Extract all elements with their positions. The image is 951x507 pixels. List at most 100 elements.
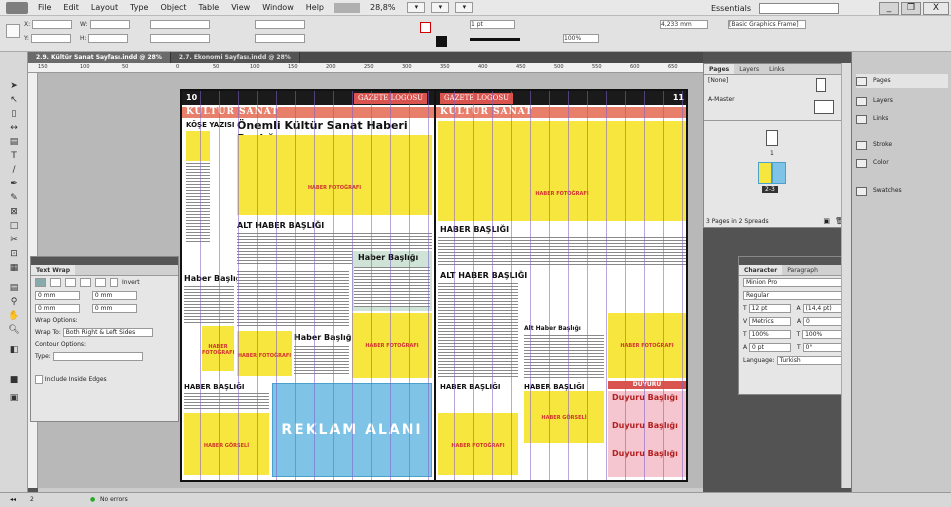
rectangle-frame-tool-icon[interactable]: ⊠: [6, 206, 22, 218]
selection-tool-icon[interactable]: ➤: [6, 80, 22, 92]
invert-checkbox[interactable]: [110, 278, 118, 287]
dock-swatches[interactable]: Swatches: [856, 184, 948, 198]
direct-selection-tool-icon[interactable]: ↖: [6, 94, 22, 106]
dock-links[interactable]: Links: [856, 112, 948, 126]
font-size-field[interactable]: 12 pt: [748, 304, 791, 313]
view-options-button[interactable]: ▾: [407, 2, 426, 13]
menu-edit[interactable]: Edit: [57, 3, 85, 12]
bridge-button[interactable]: [334, 2, 360, 13]
w-field[interactable]: [89, 20, 130, 29]
pencil-tool-icon[interactable]: ✎: [6, 192, 22, 204]
zoom-level[interactable]: 28,8%: [364, 3, 401, 12]
type-tool-icon[interactable]: T: [6, 150, 22, 162]
gap-tool-icon[interactable]: ↔: [6, 122, 22, 134]
menu-window[interactable]: Window: [256, 3, 300, 12]
vertical-scrollbar[interactable]: [841, 63, 851, 488]
horizontal-ruler[interactable]: 150 100 50 0 50 100 150 200 250 300 350 …: [28, 63, 703, 73]
close-button[interactable]: X: [923, 1, 949, 15]
screen-mode-icon[interactable]: ▣: [6, 392, 22, 404]
line-tool-icon[interactable]: /: [6, 164, 22, 176]
page-11[interactable]: 11 GAZETE LOGOSU KÜLTÜR SANAT HABER FOTO…: [436, 91, 686, 480]
opacity-field[interactable]: 100%: [563, 34, 599, 43]
menu-type[interactable]: Type: [124, 3, 154, 12]
scale-x-field[interactable]: [150, 20, 210, 29]
vertical-scale-field[interactable]: 100%: [748, 330, 791, 339]
include-inside-checkbox[interactable]: [35, 375, 43, 384]
page-spread[interactable]: 10 GAZETE LOGOSU KÜLTÜR SANAT KÖŞE YAZIS…: [180, 89, 688, 482]
free-transform-tool-icon[interactable]: ⊡: [6, 248, 22, 260]
pen-tool-icon[interactable]: ✒: [6, 178, 22, 190]
zoom-tool-icon[interactable]: 🔍︎: [6, 324, 22, 336]
object-style-select[interactable]: [Basic Graphics Frame]: [728, 20, 806, 29]
rotate-field[interactable]: [255, 20, 305, 29]
dock-pages[interactable]: Pages: [856, 74, 948, 88]
left-offset-field[interactable]: 0 mm: [91, 291, 137, 300]
doc-tab-kultur[interactable]: 2.9. Kültür Sanat Sayfası.indd @ 28%: [28, 52, 171, 63]
pages-tab[interactable]: Pages: [704, 64, 735, 74]
contour-type-select[interactable]: [52, 352, 143, 361]
no-wrap-icon[interactable]: [35, 278, 46, 287]
menu-layout[interactable]: Layout: [85, 3, 124, 12]
dock-stroke[interactable]: Stroke: [856, 138, 948, 152]
text-wrap-titlebar[interactable]: [31, 257, 178, 265]
gradient-tool-icon[interactable]: ▦: [6, 262, 22, 274]
kerning-field[interactable]: Metrics: [749, 317, 792, 326]
stroke-type-select[interactable]: [470, 38, 520, 41]
scale-y-field[interactable]: [150, 34, 210, 43]
menu-help[interactable]: Help: [300, 3, 330, 12]
none-master-thumb[interactable]: [816, 78, 826, 92]
arrange-docs-button[interactable]: ▾: [455, 2, 474, 13]
preflight-status[interactable]: No errors: [100, 496, 128, 503]
eyedropper-tool-icon[interactable]: ⚲: [6, 296, 22, 308]
page-10[interactable]: 10 GAZETE LOGOSU KÜLTÜR SANAT KÖŞE YAZIS…: [182, 91, 434, 480]
y-field[interactable]: [30, 34, 71, 43]
measure-field[interactable]: 4,233 mm: [660, 20, 708, 29]
baseline-shift-field[interactable]: 0 pt: [749, 343, 792, 352]
menu-table[interactable]: Table: [193, 3, 226, 12]
stroke-weight-field[interactable]: 1 pt: [470, 20, 515, 29]
dock-layers[interactable]: Layers: [856, 94, 948, 108]
right-offset-field[interactable]: 0 mm: [91, 304, 137, 313]
menu-view[interactable]: View: [225, 3, 256, 12]
page-2-thumb[interactable]: [758, 162, 772, 184]
links-tab[interactable]: Links: [764, 64, 789, 74]
page-tool-icon[interactable]: ▯: [6, 108, 22, 120]
shear-field[interactable]: [255, 34, 305, 43]
maximize-button[interactable]: ❐: [901, 1, 921, 15]
jump-column-icon[interactable]: [95, 278, 106, 287]
apply-color-icon[interactable]: ■: [6, 374, 22, 386]
h-field[interactable]: [88, 34, 129, 43]
stroke-swatch[interactable]: [436, 36, 447, 47]
page-3-thumb[interactable]: [772, 162, 786, 184]
a-master-thumb[interactable]: [814, 100, 834, 114]
wrap-bounding-box-icon[interactable]: [50, 278, 61, 287]
bottom-offset-field[interactable]: 0 mm: [35, 304, 80, 313]
fill-stroke-icon[interactable]: ◧: [6, 344, 22, 356]
screen-mode-button[interactable]: ▾: [431, 2, 450, 13]
none-master[interactable]: [None]: [704, 75, 850, 86]
page-nav-prev[interactable]: ◂◂: [10, 496, 16, 503]
wrap-shape-icon[interactable]: [65, 278, 76, 287]
workspace-switcher[interactable]: Essentials: [711, 4, 751, 13]
layers-tab[interactable]: Layers: [734, 64, 764, 74]
paragraph-tab[interactable]: Paragraph: [782, 265, 823, 275]
doc-tab-ekonomi[interactable]: 2.7. Ekonomi Sayfası.indd @ 28%: [170, 52, 300, 63]
note-tool-icon[interactable]: ▤: [6, 282, 22, 294]
top-offset-field[interactable]: 0 mm: [35, 291, 80, 300]
text-wrap-tab[interactable]: Text Wrap: [31, 265, 76, 275]
search-input[interactable]: [759, 2, 839, 14]
wrap-to-select[interactable]: Both Right & Left Sides: [62, 328, 153, 337]
hand-tool-icon[interactable]: ✋: [6, 310, 22, 322]
rectangle-tool-icon[interactable]: □: [6, 220, 22, 232]
page-field[interactable]: 2: [30, 496, 34, 503]
page-1-thumb[interactable]: [766, 130, 778, 146]
minimize-button[interactable]: _: [879, 1, 899, 15]
fill-swatch[interactable]: [420, 22, 431, 33]
dock-color[interactable]: Color: [856, 156, 948, 170]
x-field[interactable]: [32, 20, 73, 29]
character-tab[interactable]: Character: [739, 265, 783, 275]
reference-point-icon[interactable]: [6, 24, 20, 38]
menu-object[interactable]: Object: [154, 3, 192, 12]
scissors-tool-icon[interactable]: ✂: [6, 234, 22, 246]
new-page-icon[interactable]: ▣: [823, 217, 830, 225]
